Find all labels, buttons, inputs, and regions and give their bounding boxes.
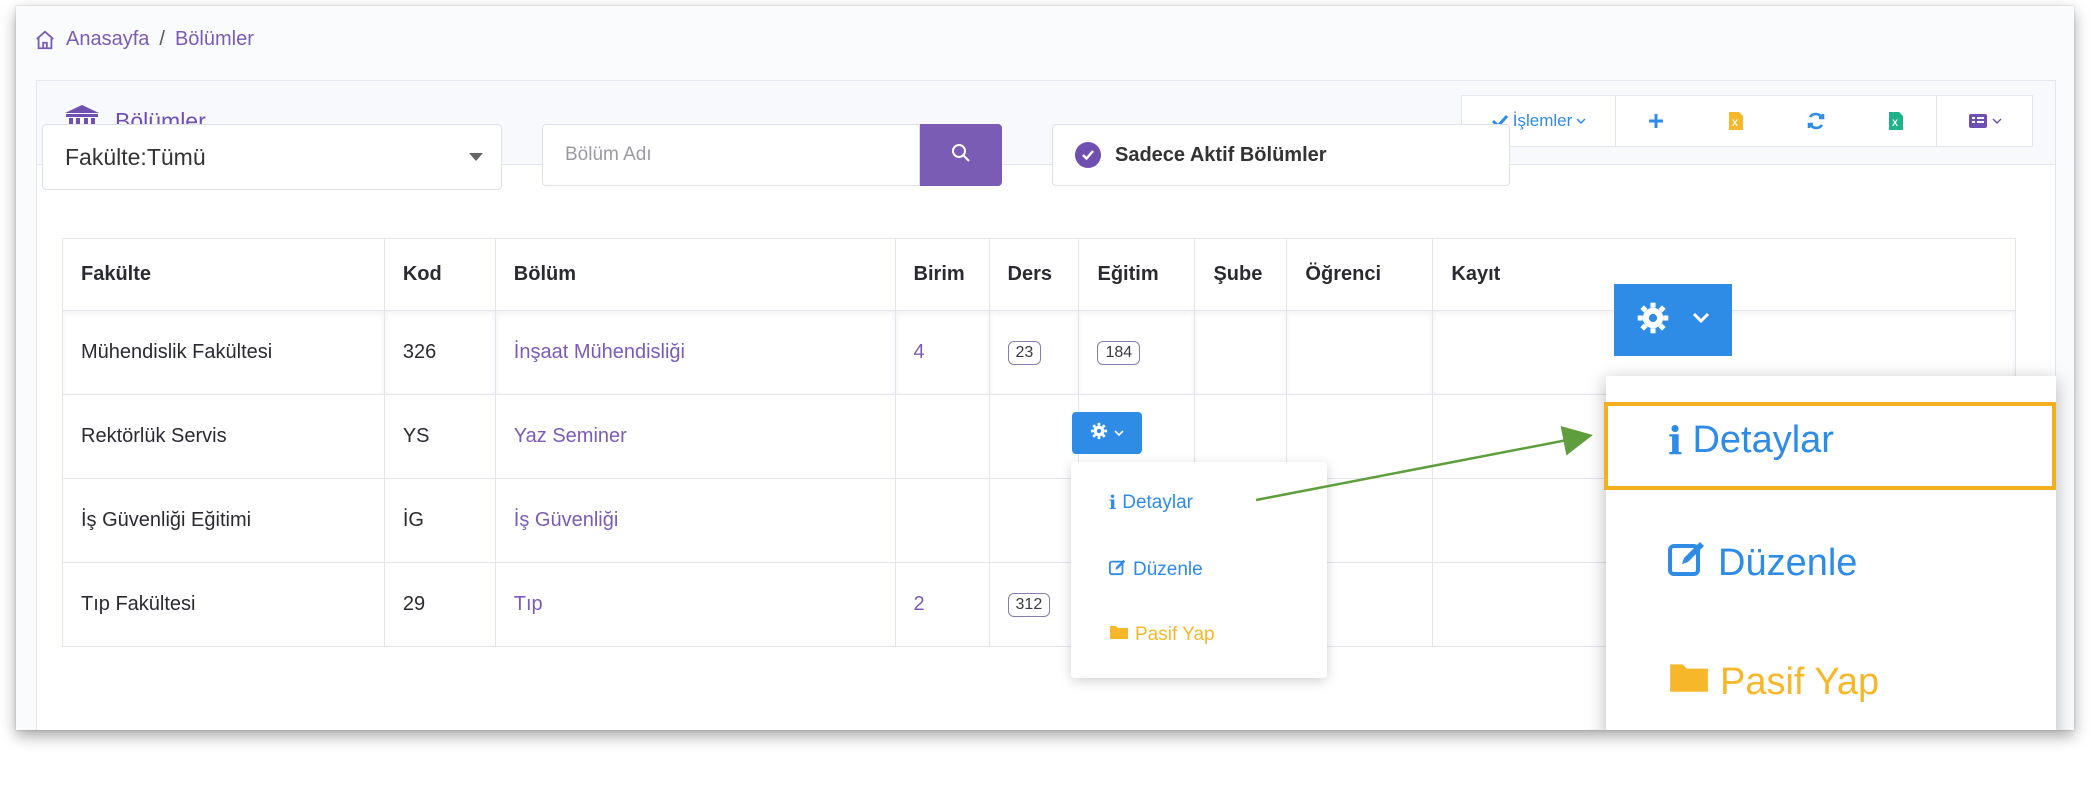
course-cell [988, 478, 1080, 563]
department-cell: Tıp [494, 562, 896, 647]
faculty-cell: Tıp Fakültesi [62, 562, 385, 647]
column-header[interactable]: Birim [894, 238, 990, 311]
column-header[interactable]: Öğrenci [1286, 238, 1434, 311]
home-icon[interactable] [34, 29, 56, 51]
zoom-actions-button[interactable] [1614, 284, 1732, 356]
breadcrumb: Anasayfa / Bölümler [34, 28, 254, 51]
unit-count-link[interactable]: 2 [914, 593, 925, 615]
refresh-button[interactable] [1776, 96, 1856, 146]
chevron-down-icon [1114, 424, 1124, 442]
breadcrumb-current: Bölümler [174, 28, 254, 50]
edit-icon [1668, 538, 1708, 588]
excel-import-button[interactable]: X [1696, 96, 1776, 146]
active-only-label: Sadece Aktif Bölümler [1115, 143, 1327, 166]
chevron-down-icon [1692, 311, 1710, 329]
department-link[interactable]: Tıp [514, 593, 543, 615]
search-placeholder: Bölüm Adı [565, 144, 652, 165]
menu-item-label: Pasif Yap [1720, 660, 1880, 703]
column-header[interactable]: Fakülte [62, 238, 385, 311]
check-circle-icon[interactable] [1075, 142, 1101, 168]
column-header[interactable]: Bölüm [494, 238, 896, 311]
menu-item-label: Pasif Yap [1135, 624, 1215, 645]
info-icon: i [1109, 492, 1117, 514]
code-cell: YS [383, 394, 496, 479]
education-cell: 184 [1078, 310, 1196, 395]
gear-icon [1090, 422, 1108, 445]
department-cell: İnşaat Mühendisliği [494, 310, 896, 395]
department-cell: İş Güvenliği [494, 478, 896, 563]
department-search-input[interactable]: Bölüm Adı [542, 124, 920, 186]
student-cell [1286, 310, 1434, 395]
faculty-select-value: Fakülte:Tümü [65, 143, 206, 170]
highlight-frame [1604, 402, 2056, 490]
menu-item-details[interactable]: i Detaylar [1109, 492, 1193, 514]
column-header[interactable]: Kod [383, 238, 496, 311]
plus-icon [1647, 112, 1665, 130]
gear-icon [1636, 301, 1670, 340]
unit-cell: 2 [894, 562, 990, 647]
view-options-button[interactable] [1936, 96, 2032, 146]
column-header[interactable]: Eğitim [1078, 238, 1196, 311]
menu-item-deactivate[interactable]: Pasif Yap [1109, 624, 1215, 646]
department-link[interactable]: İş Güvenliği [514, 509, 619, 531]
faculty-cell: Rektörlük Servis [62, 394, 385, 479]
menu-item-label: Düzenle [1133, 559, 1203, 580]
course-cell: 312 [988, 562, 1080, 647]
unit-count-link[interactable]: 4 [914, 341, 925, 363]
education-count-badge[interactable]: 184 [1097, 341, 1141, 365]
toolbar: İşlemler X X [1461, 95, 2033, 147]
row-actions-button[interactable] [1072, 412, 1142, 454]
svg-text:X: X [1732, 118, 1738, 128]
caret-down-icon [469, 153, 483, 161]
search-icon [951, 143, 971, 168]
faculty-cell: İş Güvenliği Eğitimi [62, 478, 385, 563]
add-button[interactable] [1616, 96, 1696, 146]
row-actions-menu: i Detaylar Düzenle Pasif Yap [1071, 462, 1327, 678]
excel-export-button[interactable]: X [1856, 96, 1936, 146]
active-only-toggle[interactable]: Sadece Aktif Bölümler [1052, 124, 1510, 186]
column-header[interactable]: Ders [988, 238, 1080, 311]
folder-icon [1668, 660, 1710, 704]
chevron-down-icon [1576, 117, 1586, 125]
branch-cell [1194, 310, 1288, 395]
department-cell: Yaz Seminer [494, 394, 896, 479]
search-button[interactable] [920, 124, 1002, 186]
course-count-badge[interactable]: 23 [1007, 341, 1042, 365]
unit-cell [894, 478, 990, 563]
excel-export-icon: X [1888, 111, 1904, 131]
unit-cell: 4 [894, 310, 990, 395]
chevron-down-icon [1991, 117, 2002, 125]
svg-text:X: X [1892, 118, 1898, 128]
actions-label: İşlemler [1512, 111, 1573, 130]
refresh-icon [1806, 111, 1826, 131]
course-cell [988, 394, 1080, 479]
course-cell: 23 [988, 310, 1080, 395]
zoom-menu-item-deactivate[interactable]: Pasif Yap [1668, 660, 1879, 704]
menu-item-label: Düzenle [1718, 541, 1858, 584]
excel-icon: X [1728, 111, 1744, 131]
department-link[interactable]: İnşaat Mühendisliği [514, 341, 685, 363]
breadcrumb-home-link[interactable]: Anasayfa [66, 28, 149, 51]
unit-cell [894, 394, 990, 479]
column-header[interactable]: Şube [1194, 238, 1288, 311]
zoom-menu-item-edit[interactable]: Düzenle [1668, 538, 1857, 588]
list-view-icon [1968, 113, 1988, 129]
breadcrumb-separator: / [159, 28, 165, 50]
screenshot-frame: Anasayfa / Bölümler Bölümler İşlemler X … [16, 6, 2074, 730]
folder-icon [1109, 624, 1129, 646]
menu-item-label: Detaylar [1122, 492, 1193, 513]
menu-item-edit[interactable]: Düzenle [1109, 558, 1203, 582]
course-count-badge[interactable]: 312 [1007, 593, 1051, 617]
code-cell: 29 [383, 562, 496, 647]
faculty-select[interactable]: Fakülte:Tümü [42, 124, 502, 190]
edit-icon [1109, 558, 1127, 582]
department-link[interactable]: Yaz Seminer [514, 425, 627, 447]
code-cell: 326 [383, 310, 496, 395]
faculty-cell: Mühendislik Fakültesi [62, 310, 385, 395]
code-cell: İG [383, 478, 496, 563]
